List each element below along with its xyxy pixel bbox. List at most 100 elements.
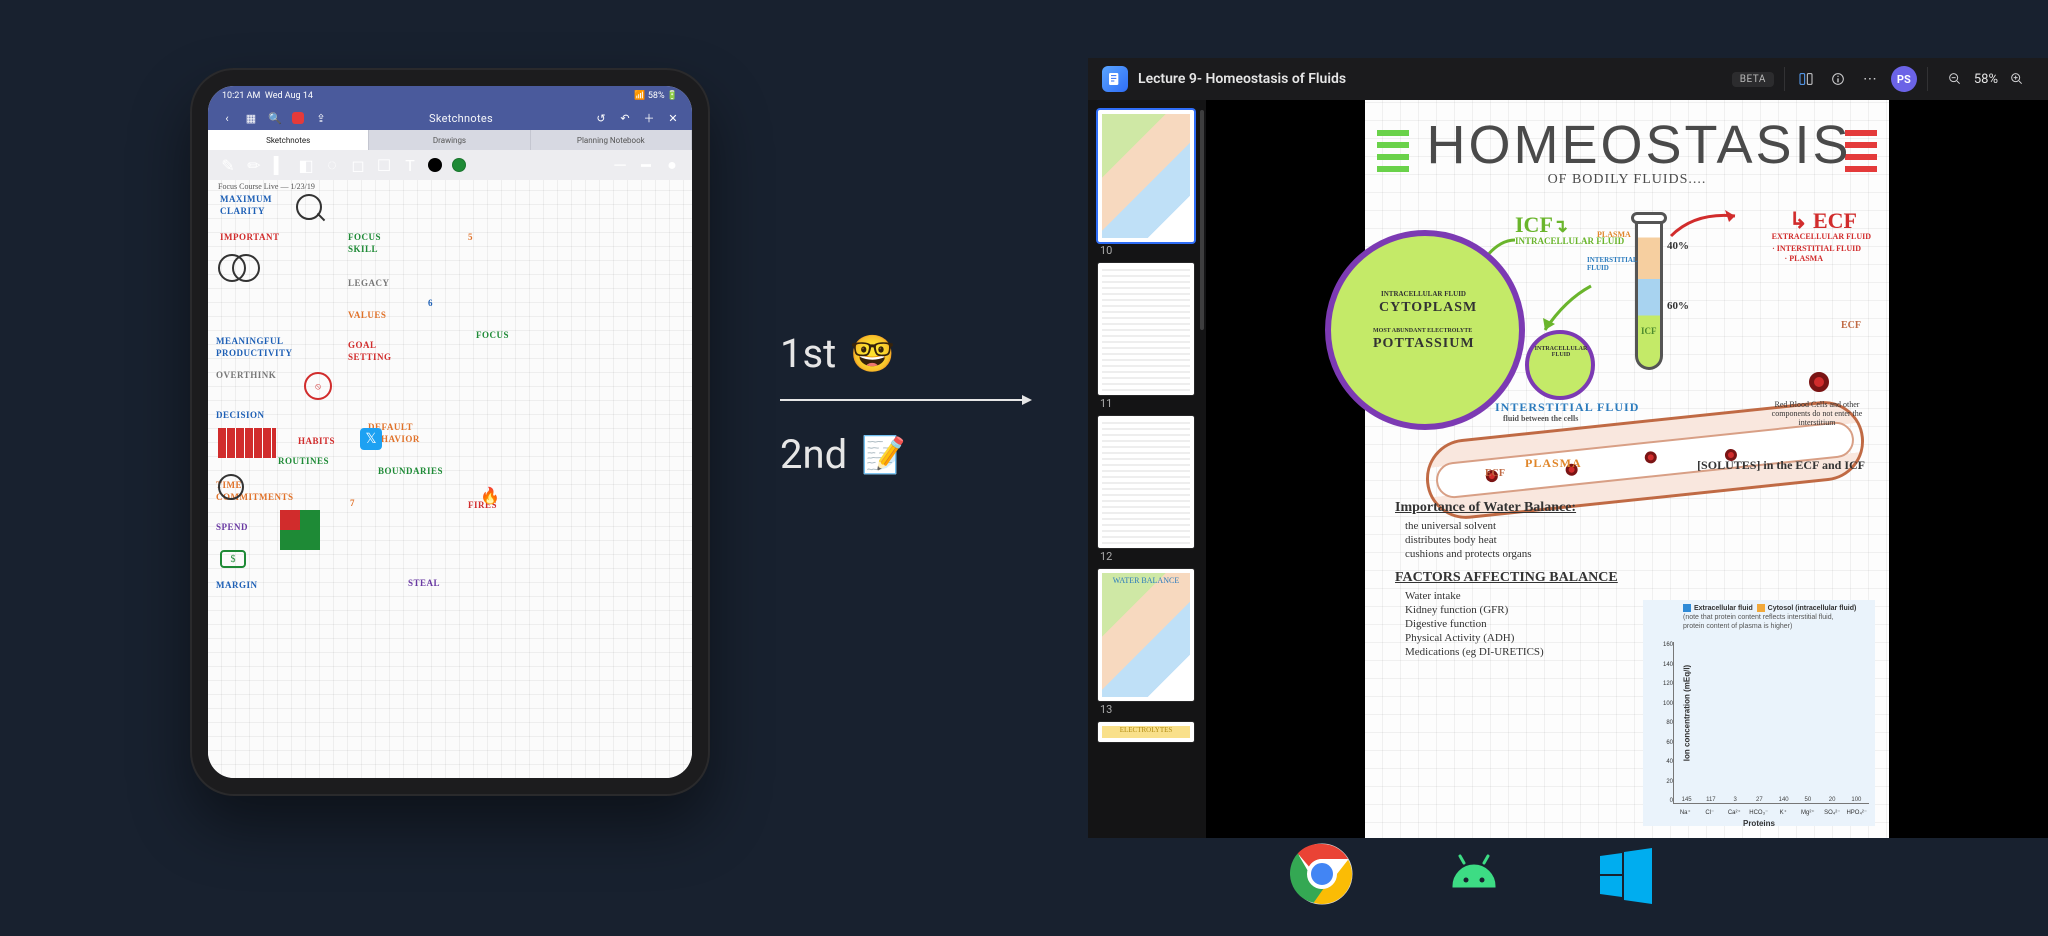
vessel-ecf: ECF (1485, 468, 1505, 479)
info-icon[interactable] (1827, 68, 1849, 90)
ipad-screen: 10:21 AM Wed Aug 14 📶 58% 🔋 ‹ ▦ 🔍 ⇪ Sket… (208, 86, 692, 778)
zoom-out-icon[interactable] (1944, 68, 1966, 90)
canvas-header: Focus Course Live — 1/23/19 (218, 182, 315, 191)
scrollbar[interactable] (1200, 110, 1204, 330)
record-icon[interactable] (292, 112, 304, 124)
ecf-list-1: · INTERSTITIAL FLUID (1772, 244, 1861, 253)
sketch-word: STEAL (408, 578, 440, 588)
solutes-header: [SOLUTES] in the ECF and ICF (1697, 458, 1865, 473)
page-thumbnail[interactable] (1098, 263, 1194, 395)
windows-icon (1594, 842, 1658, 910)
text-icon[interactable]: T (402, 157, 418, 173)
pencil-icon[interactable]: ✏ (246, 157, 262, 173)
sketch-word: GOAL (348, 340, 377, 350)
zoom-value[interactable]: 58% (1974, 72, 1998, 87)
sketchnote-canvas[interactable]: Focus Course Live — 1/23/19 MAXIMUMCLARI… (208, 180, 692, 778)
tab-planning[interactable]: Planning Notebook (531, 130, 692, 150)
sketch-word: MAXIMUM (220, 194, 272, 204)
arrow-icon (780, 399, 1030, 401)
status-date: Wed Aug 14 (265, 91, 313, 101)
pen-icon[interactable]: ✎ (220, 157, 236, 173)
page-title: HOMEOSTASIS (1409, 114, 1869, 176)
rbc-note: Red Blood Cells and other components do … (1757, 400, 1877, 427)
color-black[interactable] (428, 158, 442, 172)
twitter-icon: 𝕏 (360, 428, 382, 450)
sketch-word: BOUNDARIES (378, 466, 443, 476)
cell-elec: POTTASSIUM (1373, 336, 1475, 352)
arrow-cell (1535, 280, 1605, 350)
share-icon[interactable]: ⇪ (314, 111, 328, 125)
ecf-list-2: · PLASMA (1785, 254, 1823, 263)
page-thumbnail[interactable]: ELECTROLYTES (1098, 722, 1194, 742)
stroke-thin-icon[interactable]: ─ (612, 157, 628, 173)
grid-icon[interactable]: ▦ (244, 111, 258, 125)
doc-title[interactable]: Lecture 9- Homeostasis of Fluids (1138, 71, 1346, 87)
highlighter-icon[interactable]: ▍ (272, 157, 288, 173)
thumb-page-number: 12 (1100, 550, 1196, 563)
status-time: 10:21 AM (222, 91, 260, 101)
ipad-doc-title[interactable]: Sketchnotes (338, 112, 584, 125)
sketch-word: LEGACY (348, 278, 390, 288)
lasso-icon[interactable]: ◌ (324, 157, 340, 173)
page-thumbnail[interactable] (1098, 110, 1194, 242)
thumb-page-number: 13 (1100, 703, 1196, 716)
interstitial-note: fluid between the cells (1503, 414, 1578, 423)
second-label: 2nd (780, 431, 847, 478)
sync-icon[interactable]: ↺ (594, 111, 608, 125)
cell-cyto: CYTOPLASM (1379, 300, 1477, 316)
undo-icon[interactable]: ↶ (618, 111, 632, 125)
page-thumbnail[interactable] (1098, 416, 1194, 548)
tab-sketchnotes[interactable]: Sketchnotes (208, 130, 369, 150)
transition-labels: 1st 🤓 2nd 📝 (780, 330, 1060, 498)
color-green[interactable] (452, 158, 466, 172)
app-toolbar: Lecture 9- Homeostasis of Fluids BETA ⋯ … (1088, 58, 2048, 100)
factor-5: Medications (eg DI-URETICS) (1405, 646, 1635, 658)
test-tube-top (1631, 212, 1667, 224)
close-icon[interactable]: ✕ (666, 111, 680, 125)
factor-2: Kidney function (GFR) (1405, 604, 1635, 616)
factors-heading: FACTORS AFFECTING BALANCE (1395, 570, 1635, 586)
beta-badge: BETA (1732, 72, 1774, 87)
more-icon[interactable]: ⋯ (1859, 68, 1881, 90)
add-icon[interactable]: ＋ (642, 111, 656, 125)
sketch-word: DECISION (216, 410, 265, 420)
clock-icon (218, 474, 244, 500)
sketch-word: OVERTHINK (216, 370, 276, 380)
page-subtitle: OF BODILY FLUIDS.... (1365, 172, 1889, 188)
back-icon[interactable]: ‹ (220, 111, 234, 125)
money-icon: $ (220, 550, 246, 568)
stroke-dot-icon[interactable]: ● (664, 157, 680, 173)
document-viewport[interactable]: HOMEOSTASIS OF BODILY FLUIDS.... ICF↴ IN… (1206, 100, 2048, 838)
no-symbol-icon: ⦸ (304, 372, 332, 400)
calendar-icon (218, 428, 276, 458)
cell-small-label: INTRACELLULARFLUID (1531, 346, 1591, 358)
tube-icf: ICF (1641, 326, 1657, 336)
panels-icon[interactable] (1795, 68, 1817, 90)
tab-drawings[interactable]: Drawings (369, 130, 530, 150)
avatar[interactable]: PS (1891, 66, 1917, 92)
stroke-med-icon[interactable]: ━ (638, 157, 654, 173)
android-icon (1442, 842, 1506, 910)
image-icon[interactable]: ☐ (376, 157, 392, 173)
solutes-chart: Extracellular fluid Cytosol (intracellul… (1643, 600, 1875, 826)
sketch-word: 7 (350, 498, 355, 508)
tube-interstitial: INTERSTITIALFLUID (1587, 256, 1638, 272)
shapes-icon[interactable]: ◻ (350, 157, 366, 173)
pct-40: 40% (1667, 240, 1689, 252)
decor-stripes-left (1377, 124, 1409, 172)
eraser-icon[interactable]: ◧ (298, 157, 314, 173)
zoom-in-icon[interactable] (2006, 68, 2028, 90)
sketch-word: SKILL (348, 244, 378, 254)
ecf-sub: EXTRACELLULAR FLUID (1772, 232, 1871, 241)
ipad-device: 10:21 AM Wed Aug 14 📶 58% 🔋 ‹ ▦ 🔍 ⇪ Sket… (190, 68, 710, 796)
importance-heading: Importance of Water Balance: (1395, 500, 1635, 516)
page-thumbnail[interactable]: WATER BALANCE (1098, 569, 1194, 701)
rbc-large-icon (1809, 372, 1829, 392)
chrome-icon (1290, 842, 1354, 910)
memo-emoji-icon: 📝 (861, 434, 906, 476)
app-icon[interactable] (1102, 66, 1128, 92)
thumbnail-rail[interactable]: 101112WATER BALANCE13ELECTROLYTES (1088, 100, 1206, 838)
quadrant-icon (280, 510, 320, 550)
search-icon[interactable]: 🔍 (268, 111, 282, 125)
page-canvas[interactable]: HOMEOSTASIS OF BODILY FLUIDS.... ICF↴ IN… (1365, 100, 1889, 838)
